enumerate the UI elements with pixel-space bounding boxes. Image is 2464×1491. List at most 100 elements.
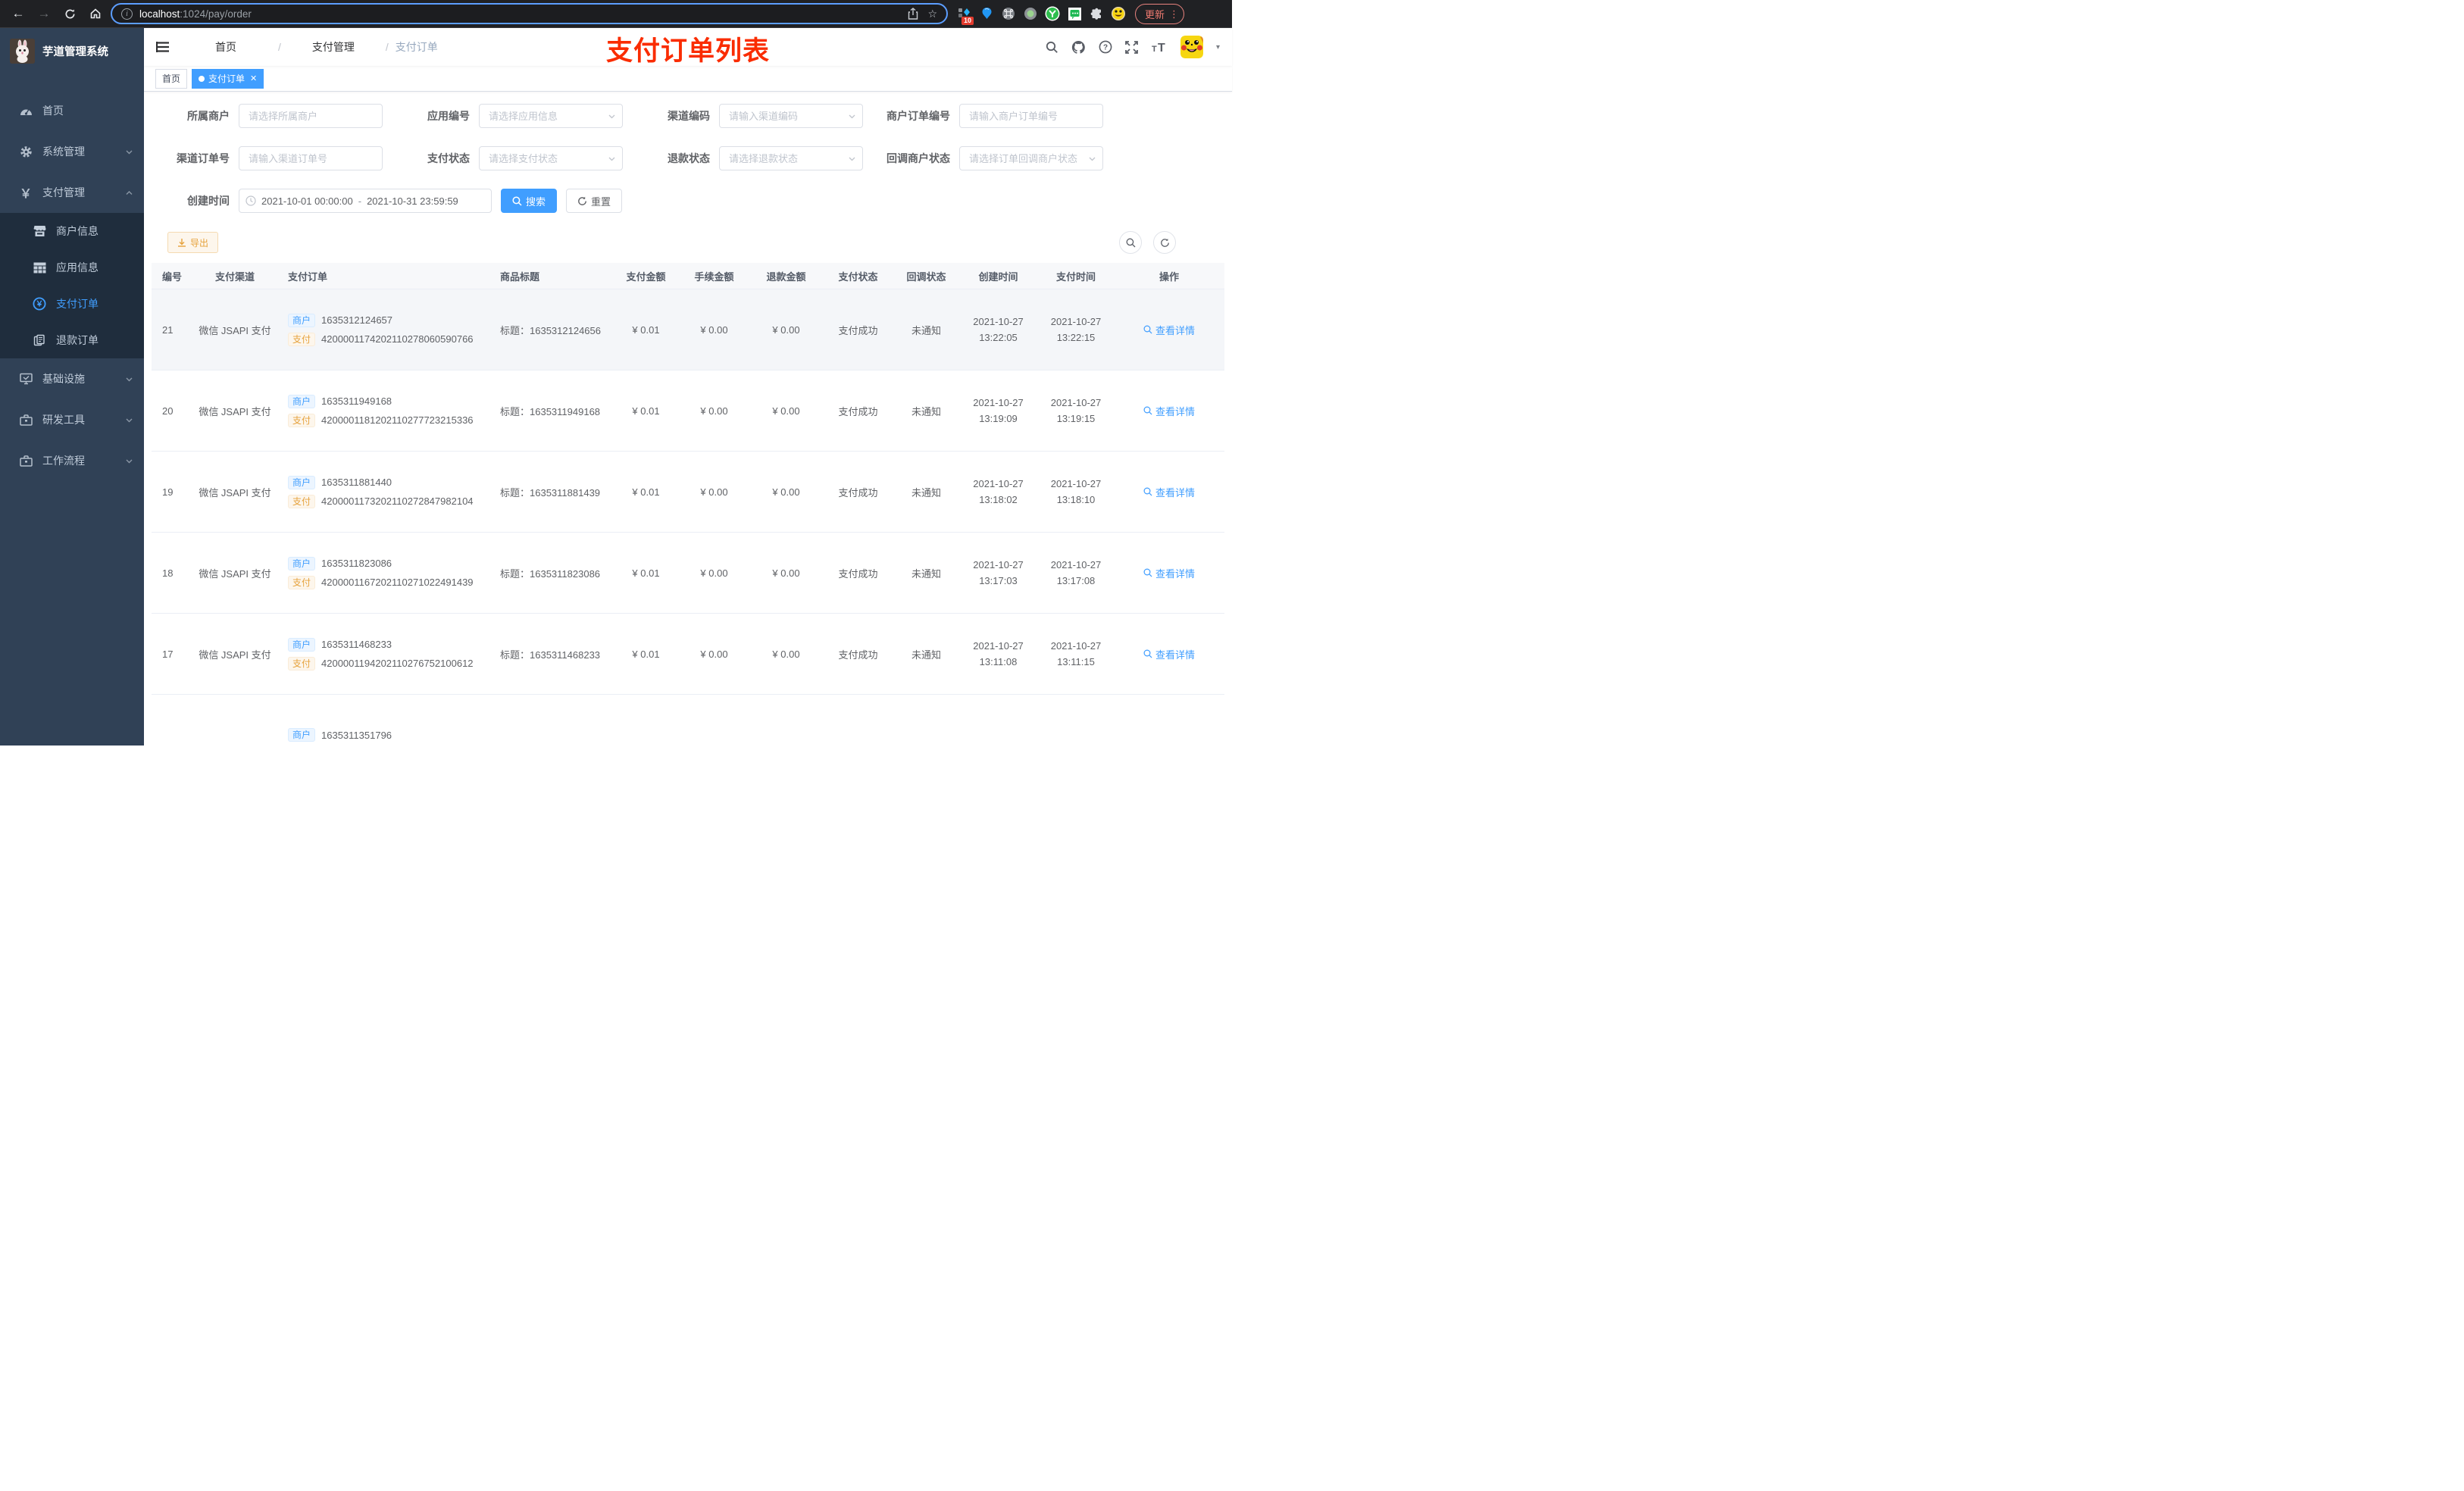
view-detail-link[interactable]: 查看详情 [1143,323,1195,337]
breadcrumb-home[interactable]: 首页 [180,39,271,55]
svg-text:?: ? [1103,43,1108,52]
browser-reload-icon[interactable] [59,3,80,24]
app-title: 芋道管理系统 [42,45,108,58]
sidebar: 芋道管理系统 首页 系统管理 ￥ 支付管理 商户信息 应用信息 ￥ 支付订单 退… [0,28,144,746]
share-icon[interactable] [908,8,918,20]
extension-chat-icon[interactable] [1067,6,1082,21]
pay-tag: 支付 [288,656,316,670]
cell-actions: 查看详情 [1114,323,1224,337]
dashboard-icon [17,105,35,117]
view-detail-link[interactable]: 查看详情 [1143,404,1195,418]
tab-pay-order[interactable]: 支付订单 ✕ [192,68,264,89]
cell-actions: 查看详情 [1114,566,1224,580]
sidebar-item-pay[interactable]: ￥ 支付管理 [0,172,144,213]
sidebar-item-dev-tools[interactable]: 研发工具 [0,399,144,440]
browser-forward-icon[interactable]: → [33,3,55,24]
github-icon[interactable] [1071,40,1086,55]
pay-tag: 支付 [288,413,316,427]
merchant-order-no: 1635311949168 [321,395,392,407]
pay-order-no: 4200001167202110271022491439 [321,577,474,588]
app-select[interactable] [479,104,623,128]
tab-home[interactable]: 首页 [155,68,188,89]
merchant-select[interactable] [239,104,383,128]
cell-create-time: 2021-10-27 13:19:09 [973,397,1024,424]
column-header: 编号 [162,270,183,283]
sidebar-item-system[interactable]: 系统管理 [0,131,144,172]
breadcrumb-parent[interactable]: 支付管理 [288,39,379,55]
address-bar[interactable]: i localhost:1024/pay/order ☆ [111,3,948,24]
cell-pay-channel: 微信 JSAPI 支付 [199,486,271,499]
export-button[interactable]: 导出 [167,232,219,253]
extension-emoji-avatar[interactable] [1111,6,1126,21]
extension-y-green-icon[interactable] [1045,6,1060,21]
browser-back-icon[interactable]: ← [8,3,29,24]
sidebar-item-refund-order[interactable]: 退款订单 [0,322,144,358]
font-size-icon[interactable]: TT [1151,41,1168,53]
extension-record-icon[interactable] [1023,6,1038,21]
cell-pay-amount: ¥ 0.01 [632,648,660,660]
extensions-puzzle-icon[interactable] [1089,6,1104,21]
channel-order-no-input[interactable] [239,146,383,170]
extension-diamond-icon[interactable]: 10 [957,6,974,25]
cell-create-time: 2021-10-27 13:18:02 [973,478,1024,505]
cell-actions: 查看详情 [1114,485,1224,499]
merchant-order-no: 1635311881440 [321,477,392,488]
cell-pay-order: 商户 1635311823086 支付 42000011672021102710… [280,552,492,595]
extension-balloon-icon[interactable] [979,6,994,21]
range-separator: - [358,195,362,207]
sidebar-item-merchant-info[interactable]: 商户信息 [0,213,144,249]
create-time-range-picker[interactable]: 2021-10-01 00:00:00 - 2021-10-31 23:59:5… [239,189,492,213]
cell-actions: 查看详情 [1114,647,1224,661]
sidebar-item-home[interactable]: 首页 [0,90,144,131]
cell-refund-amount: ¥ 0.00 [772,486,800,498]
app-logo-row[interactable]: 芋道管理系统 [0,28,144,73]
column-header: 商品标题 [500,270,540,283]
view-detail-link[interactable]: 查看详情 [1143,566,1195,580]
search-icon[interactable] [1046,41,1058,54]
filter-label-channel-code: 渠道编码 [668,110,710,122]
sidebar-item-workflow[interactable]: 工作流程 [0,440,144,481]
storefront-icon [30,225,48,237]
extension-command-icon[interactable] [1001,6,1016,21]
reset-button[interactable]: 重置 [566,189,623,213]
toggle-search-icon[interactable] [1119,231,1142,254]
view-detail-link[interactable]: 查看详情 [1143,485,1195,499]
fullscreen-icon[interactable] [1125,40,1138,54]
browser-home-icon[interactable] [85,3,106,24]
column-header: 操作 [1159,270,1179,283]
sidebar-item-app-info[interactable]: 应用信息 [0,249,144,286]
toolbox-icon [17,414,35,426]
browser-menu-icon[interactable]: ⋮ [1169,9,1179,19]
pay-status-select[interactable] [479,146,623,170]
view-detail-link[interactable]: 查看详情 [1143,647,1195,661]
cell-pay-time: 2021-10-27 13:18:10 [1050,478,1102,505]
close-tab-icon[interactable]: ✕ [250,73,257,83]
notify-status-select[interactable] [959,146,1103,170]
merchant-order-no: 1635311468233 [321,639,392,650]
cell-pay-channel: 微信 JSAPI 支付 [199,567,271,580]
user-avatar[interactable] [1180,36,1203,58]
sidebar-toggle-icon[interactable] [156,41,170,53]
cell-id: 18 [162,567,174,579]
cell-pay-time: 2021-10-27 13:17:08 [1050,559,1102,586]
sidebar-item-pay-order[interactable]: ￥ 支付订单 [0,286,144,322]
site-info-icon[interactable]: i [121,8,133,20]
avatar-caret-icon[interactable]: ▾ [1216,43,1220,52]
merchant-order-no-input[interactable] [959,104,1103,128]
table-row: 17 微信 JSAPI 支付 商户 1635311468233 支付 42000… [152,614,1224,695]
browser-update-button[interactable]: 更新 ⋮ [1135,3,1185,24]
pay-tag: 支付 [288,332,316,346]
sidebar-item-infra[interactable]: 基础设施 [0,358,144,399]
active-tab-dot [199,75,205,82]
help-icon[interactable]: ? [1099,40,1112,54]
merchant-tag: 商户 [288,728,316,742]
refund-status-select[interactable] [719,146,863,170]
merchant-order-no: 1635312124657 [321,314,393,326]
cell-pay-channel: 微信 JSAPI 支付 [199,649,271,661]
cell-notify-status: 未通知 [911,324,941,336]
bookmark-star-icon[interactable]: ☆ [927,8,937,20]
refresh-icon[interactable] [1153,231,1176,254]
channel-code-select[interactable] [719,104,863,128]
pay-order-no: 4200001181202110277723215336 [321,414,474,426]
search-button[interactable]: 搜索 [501,189,558,213]
